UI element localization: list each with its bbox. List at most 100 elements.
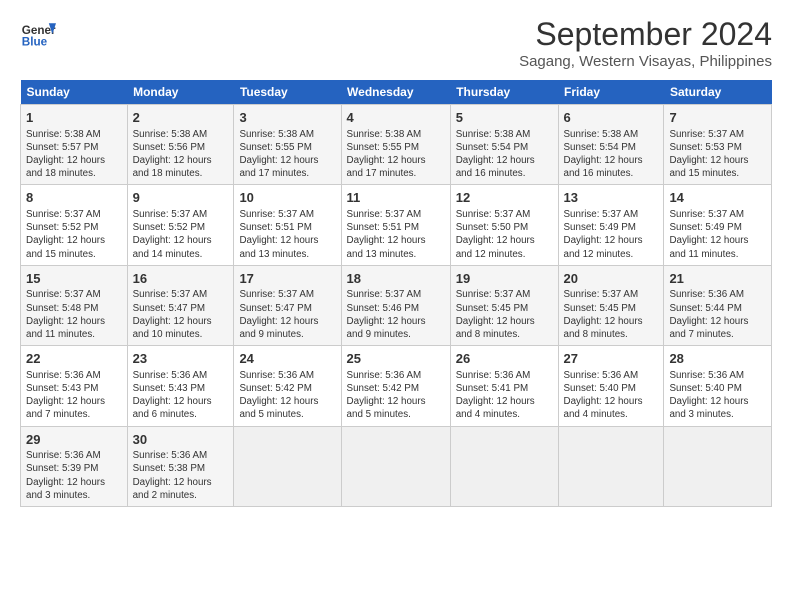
day-number: 16	[133, 270, 229, 288]
calendar-day: 15Sunrise: 5:37 AM Sunset: 5:48 PM Dayli…	[21, 265, 128, 345]
calendar-day	[234, 426, 341, 506]
day-detail: Sunrise: 5:38 AM Sunset: 5:54 PM Dayligh…	[456, 128, 553, 181]
calendar-day: 22Sunrise: 5:36 AM Sunset: 5:43 PM Dayli…	[21, 346, 128, 426]
calendar-day: 23Sunrise: 5:36 AM Sunset: 5:43 PM Dayli…	[127, 346, 234, 426]
day-number: 1	[26, 109, 122, 127]
day-number: 25	[347, 350, 445, 368]
day-number: 11	[347, 189, 445, 207]
calendar-day: 16Sunrise: 5:37 AM Sunset: 5:47 PM Dayli…	[127, 265, 234, 345]
day-detail: Sunrise: 5:38 AM Sunset: 5:54 PM Dayligh…	[564, 128, 659, 181]
calendar-day: 4Sunrise: 5:38 AM Sunset: 5:55 PM Daylig…	[341, 105, 450, 185]
calendar-day: 20Sunrise: 5:37 AM Sunset: 5:45 PM Dayli…	[558, 265, 664, 345]
day-number: 20	[564, 270, 659, 288]
calendar-week-4: 22Sunrise: 5:36 AM Sunset: 5:43 PM Dayli…	[21, 346, 772, 426]
day-detail: Sunrise: 5:38 AM Sunset: 5:57 PM Dayligh…	[26, 128, 122, 181]
calendar-day: 17Sunrise: 5:37 AM Sunset: 5:47 PM Dayli…	[234, 265, 341, 345]
calendar-day	[450, 426, 558, 506]
day-number: 14	[669, 189, 766, 207]
day-number: 15	[26, 270, 122, 288]
day-number: 10	[239, 189, 335, 207]
day-number: 23	[133, 350, 229, 368]
day-detail: Sunrise: 5:36 AM Sunset: 5:42 PM Dayligh…	[347, 369, 445, 422]
day-number: 13	[564, 189, 659, 207]
day-number: 30	[133, 431, 229, 449]
calendar-day: 8Sunrise: 5:37 AM Sunset: 5:52 PM Daylig…	[21, 185, 128, 265]
calendar-day: 10Sunrise: 5:37 AM Sunset: 5:51 PM Dayli…	[234, 185, 341, 265]
location: Sagang, Western Visayas, Philippines	[519, 53, 772, 70]
day-detail: Sunrise: 5:38 AM Sunset: 5:55 PM Dayligh…	[347, 128, 445, 181]
calendar-day: 13Sunrise: 5:37 AM Sunset: 5:49 PM Dayli…	[558, 185, 664, 265]
calendar-day: 19Sunrise: 5:37 AM Sunset: 5:45 PM Dayli…	[450, 265, 558, 345]
calendar-day: 1Sunrise: 5:38 AM Sunset: 5:57 PM Daylig…	[21, 105, 128, 185]
day-detail: Sunrise: 5:37 AM Sunset: 5:49 PM Dayligh…	[669, 208, 766, 261]
calendar-day: 2Sunrise: 5:38 AM Sunset: 5:56 PM Daylig…	[127, 105, 234, 185]
calendar-day: 5Sunrise: 5:38 AM Sunset: 5:54 PM Daylig…	[450, 105, 558, 185]
header-wednesday: Wednesday	[341, 80, 450, 105]
calendar-day: 24Sunrise: 5:36 AM Sunset: 5:42 PM Dayli…	[234, 346, 341, 426]
calendar-day: 11Sunrise: 5:37 AM Sunset: 5:51 PM Dayli…	[341, 185, 450, 265]
day-number: 2	[133, 109, 229, 127]
month-title: September 2024	[519, 16, 772, 53]
day-number: 5	[456, 109, 553, 127]
calendar-day: 30Sunrise: 5:36 AM Sunset: 5:38 PM Dayli…	[127, 426, 234, 506]
day-detail: Sunrise: 5:37 AM Sunset: 5:52 PM Dayligh…	[133, 208, 229, 261]
calendar-week-1: 1Sunrise: 5:38 AM Sunset: 5:57 PM Daylig…	[21, 105, 772, 185]
day-detail: Sunrise: 5:37 AM Sunset: 5:49 PM Dayligh…	[564, 208, 659, 261]
calendar-day: 7Sunrise: 5:37 AM Sunset: 5:53 PM Daylig…	[664, 105, 772, 185]
day-detail: Sunrise: 5:36 AM Sunset: 5:39 PM Dayligh…	[26, 449, 122, 502]
day-detail: Sunrise: 5:38 AM Sunset: 5:55 PM Dayligh…	[239, 128, 335, 181]
header-sunday: Sunday	[21, 80, 128, 105]
day-number: 18	[347, 270, 445, 288]
header-thursday: Thursday	[450, 80, 558, 105]
day-detail: Sunrise: 5:37 AM Sunset: 5:45 PM Dayligh…	[456, 288, 553, 341]
header-saturday: Saturday	[664, 80, 772, 105]
logo-icon: General Blue	[20, 16, 56, 52]
day-number: 12	[456, 189, 553, 207]
calendar-day: 18Sunrise: 5:37 AM Sunset: 5:46 PM Dayli…	[341, 265, 450, 345]
calendar-day	[341, 426, 450, 506]
calendar-header-row: Sunday Monday Tuesday Wednesday Thursday…	[21, 80, 772, 105]
calendar-day: 29Sunrise: 5:36 AM Sunset: 5:39 PM Dayli…	[21, 426, 128, 506]
page-container: General Blue September 2024 Sagang, West…	[0, 0, 792, 517]
day-detail: Sunrise: 5:36 AM Sunset: 5:41 PM Dayligh…	[456, 369, 553, 422]
day-detail: Sunrise: 5:37 AM Sunset: 5:47 PM Dayligh…	[133, 288, 229, 341]
day-number: 8	[26, 189, 122, 207]
header-monday: Monday	[127, 80, 234, 105]
day-detail: Sunrise: 5:37 AM Sunset: 5:51 PM Dayligh…	[347, 208, 445, 261]
calendar-day	[558, 426, 664, 506]
calendar-week-2: 8Sunrise: 5:37 AM Sunset: 5:52 PM Daylig…	[21, 185, 772, 265]
day-number: 4	[347, 109, 445, 127]
day-detail: Sunrise: 5:37 AM Sunset: 5:50 PM Dayligh…	[456, 208, 553, 261]
title-block: September 2024 Sagang, Western Visayas, …	[519, 16, 772, 70]
calendar-day: 12Sunrise: 5:37 AM Sunset: 5:50 PM Dayli…	[450, 185, 558, 265]
day-detail: Sunrise: 5:36 AM Sunset: 5:44 PM Dayligh…	[669, 288, 766, 341]
day-number: 9	[133, 189, 229, 207]
calendar-day: 21Sunrise: 5:36 AM Sunset: 5:44 PM Dayli…	[664, 265, 772, 345]
calendar-day: 6Sunrise: 5:38 AM Sunset: 5:54 PM Daylig…	[558, 105, 664, 185]
day-number: 22	[26, 350, 122, 368]
calendar-day: 14Sunrise: 5:37 AM Sunset: 5:49 PM Dayli…	[664, 185, 772, 265]
day-number: 3	[239, 109, 335, 127]
header-tuesday: Tuesday	[234, 80, 341, 105]
day-number: 7	[669, 109, 766, 127]
day-detail: Sunrise: 5:37 AM Sunset: 5:45 PM Dayligh…	[564, 288, 659, 341]
day-detail: Sunrise: 5:36 AM Sunset: 5:43 PM Dayligh…	[26, 369, 122, 422]
day-number: 24	[239, 350, 335, 368]
svg-text:Blue: Blue	[22, 36, 48, 49]
day-detail: Sunrise: 5:36 AM Sunset: 5:42 PM Dayligh…	[239, 369, 335, 422]
day-detail: Sunrise: 5:36 AM Sunset: 5:43 PM Dayligh…	[133, 369, 229, 422]
header-friday: Friday	[558, 80, 664, 105]
calendar-week-3: 15Sunrise: 5:37 AM Sunset: 5:48 PM Dayli…	[21, 265, 772, 345]
day-detail: Sunrise: 5:37 AM Sunset: 5:52 PM Dayligh…	[26, 208, 122, 261]
calendar-day: 28Sunrise: 5:36 AM Sunset: 5:40 PM Dayli…	[664, 346, 772, 426]
day-detail: Sunrise: 5:37 AM Sunset: 5:46 PM Dayligh…	[347, 288, 445, 341]
day-detail: Sunrise: 5:37 AM Sunset: 5:47 PM Dayligh…	[239, 288, 335, 341]
calendar-day	[664, 426, 772, 506]
day-detail: Sunrise: 5:36 AM Sunset: 5:38 PM Dayligh…	[133, 449, 229, 502]
day-number: 6	[564, 109, 659, 127]
day-number: 17	[239, 270, 335, 288]
calendar-week-5: 29Sunrise: 5:36 AM Sunset: 5:39 PM Dayli…	[21, 426, 772, 506]
calendar-table: Sunday Monday Tuesday Wednesday Thursday…	[20, 80, 772, 507]
day-number: 28	[669, 350, 766, 368]
calendar-day: 25Sunrise: 5:36 AM Sunset: 5:42 PM Dayli…	[341, 346, 450, 426]
